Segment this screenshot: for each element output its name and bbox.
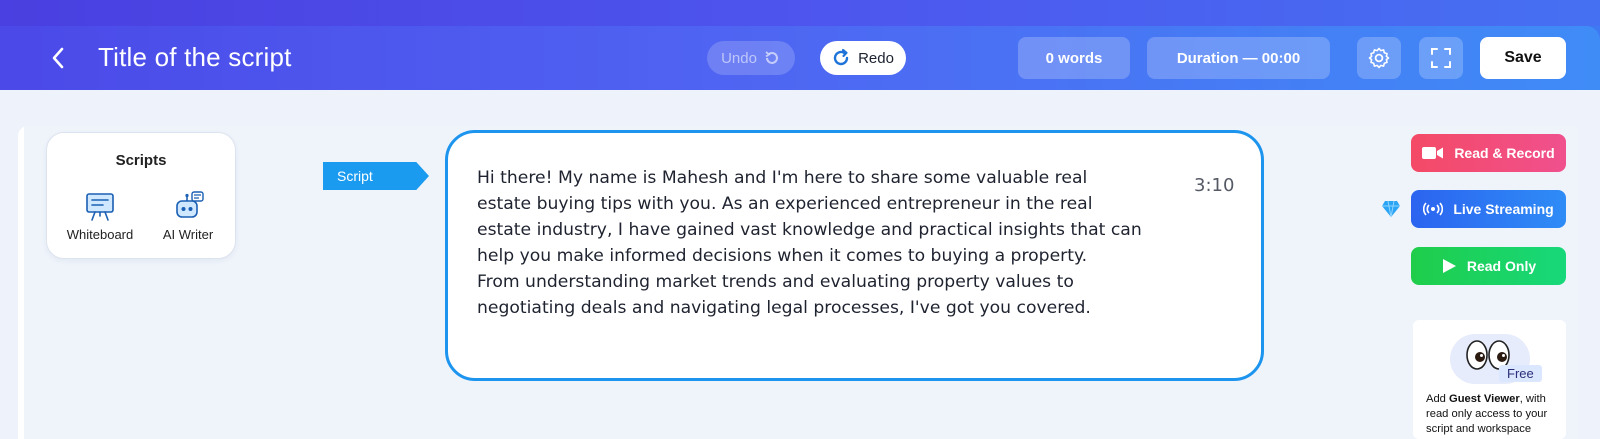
guest-viewer-description: Add Guest Viewer, with read only access … [1426,393,1548,435]
save-button[interactable]: Save [1480,37,1566,79]
whiteboard-icon [86,193,114,221]
script-line: estate industry, I have gained vast know… [477,220,1142,240]
whiteboard-label: Whiteboard [66,227,134,242]
read-record-button[interactable]: Read & Record [1411,134,1566,172]
top-band [0,0,1600,26]
duration-display: Duration — 00:00 [1147,37,1330,79]
settings-button[interactable] [1357,37,1401,79]
redo-button[interactable]: Redo [820,41,906,75]
read-record-label: Read & Record [1454,145,1555,161]
whiteboard-tool[interactable]: Whiteboard [55,188,145,242]
read-only-button[interactable]: Read Only [1411,247,1566,285]
diamond-icon [1382,200,1400,218]
page-title[interactable]: Title of the script [98,42,292,73]
ai-writer-tool[interactable]: AI Writer [143,188,233,242]
robot-icon [176,191,204,218]
undo-label: Undo [721,49,757,67]
word-count: 0 words [1018,37,1130,79]
script-line: Hi there! My name is Mahesh and I'm here… [477,168,1088,188]
back-button[interactable] [44,44,72,72]
free-badge: Free [1499,365,1542,382]
fullscreen-button[interactable] [1419,37,1463,79]
undo-button[interactable]: Undo [707,41,795,75]
script-line: negotiating deals and navigating legal p… [477,298,1091,318]
live-streaming-button[interactable]: Live Streaming [1411,190,1566,228]
script-line: estate buying tips with you. As an exper… [477,194,1093,214]
fullscreen-icon [1431,48,1451,68]
gear-icon [1368,47,1390,69]
script-line: From understanding market trends and eva… [477,272,1074,292]
script-text[interactable]: Hi there! My name is Mahesh and I'm here… [477,165,1187,321]
scripts-panel: Scripts Whiteboard AI Writer [46,132,236,259]
section-duration: 3:10 [1194,175,1235,196]
redo-icon [833,48,849,66]
guest-viewer-card[interactable]: Free Add Guest Viewer, with read only ac… [1413,320,1566,439]
read-only-label: Read Only [1466,258,1537,274]
redo-label: Redo [858,49,894,67]
video-camera-icon [1422,147,1444,159]
script-tag: Script [323,162,429,190]
script-line: help you make informed decisions when it… [477,246,1088,266]
live-streaming-label: Live Streaming [1453,201,1554,217]
broadcast-icon [1423,202,1444,216]
script-editor[interactable]: Hi there! My name is Mahesh and I'm here… [445,130,1264,381]
chevron-left-icon [52,47,64,69]
undo-icon [765,51,778,64]
play-icon [1442,259,1456,273]
ai-writer-label: AI Writer [162,227,214,242]
scripts-title: Scripts [115,152,167,169]
